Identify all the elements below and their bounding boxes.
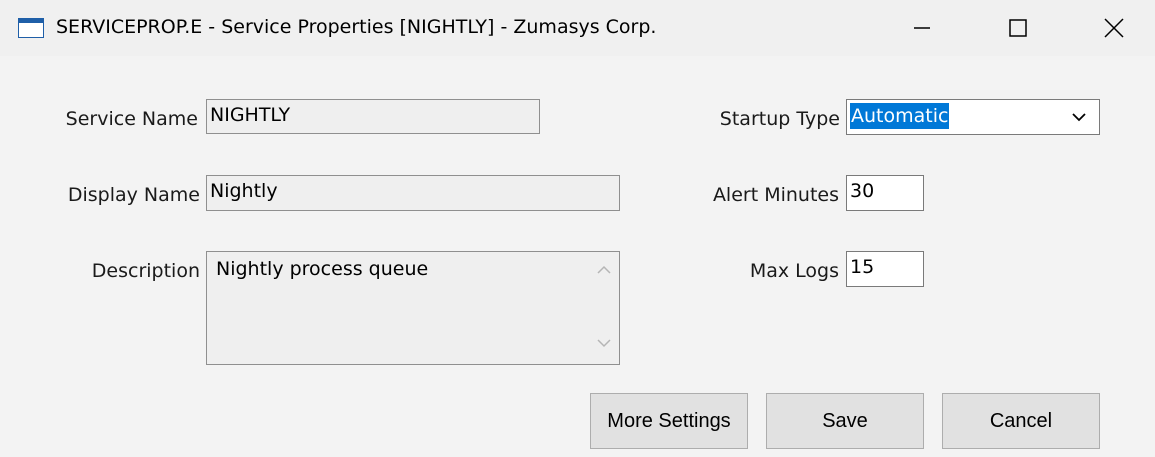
- display-name-label: Display Name: [67, 184, 200, 206]
- window-icon: [18, 18, 44, 38]
- display-name-field[interactable]: Nightly: [206, 175, 620, 211]
- startup-type-label: Startup Type: [719, 108, 840, 130]
- chevron-down-icon[interactable]: [1071, 111, 1087, 123]
- service-name-field[interactable]: NIGHTLY: [206, 99, 540, 134]
- description-textarea[interactable]: Nightly process queue: [206, 251, 620, 365]
- description-scrollbar[interactable]: [589, 252, 619, 364]
- maximize-icon: [1009, 19, 1027, 37]
- minimize-icon: [914, 27, 930, 29]
- close-button[interactable]: [1066, 0, 1155, 56]
- title-bar[interactable]: SERVICEPROP.E - Service Properties [NIGH…: [0, 0, 1155, 56]
- scroll-down-icon[interactable]: [597, 338, 611, 348]
- description-text: Nightly process queue: [216, 258, 429, 280]
- save-button[interactable]: Save: [766, 393, 924, 449]
- startup-type-value: Automatic: [850, 103, 950, 129]
- more-settings-button[interactable]: More Settings: [590, 393, 748, 449]
- max-logs-label: Max Logs: [749, 260, 839, 282]
- window-title: SERVICEPROP.E - Service Properties [NIGH…: [56, 16, 657, 38]
- close-icon: [1104, 18, 1124, 38]
- alert-minutes-label: Alert Minutes: [712, 184, 839, 206]
- maximize-button[interactable]: [970, 0, 1066, 56]
- alert-minutes-input[interactable]: 30: [846, 175, 924, 211]
- service-name-label: Service Name: [65, 108, 198, 130]
- max-logs-input[interactable]: 15: [846, 251, 924, 287]
- cancel-button[interactable]: Cancel: [942, 393, 1100, 449]
- description-label: Description: [91, 260, 200, 282]
- minimize-button[interactable]: [874, 0, 970, 56]
- dialog-client-area: Service Name NIGHTLY Display Name Nightl…: [0, 56, 1155, 457]
- startup-type-dropdown[interactable]: Automatic: [846, 99, 1100, 135]
- scroll-up-icon[interactable]: [597, 265, 611, 275]
